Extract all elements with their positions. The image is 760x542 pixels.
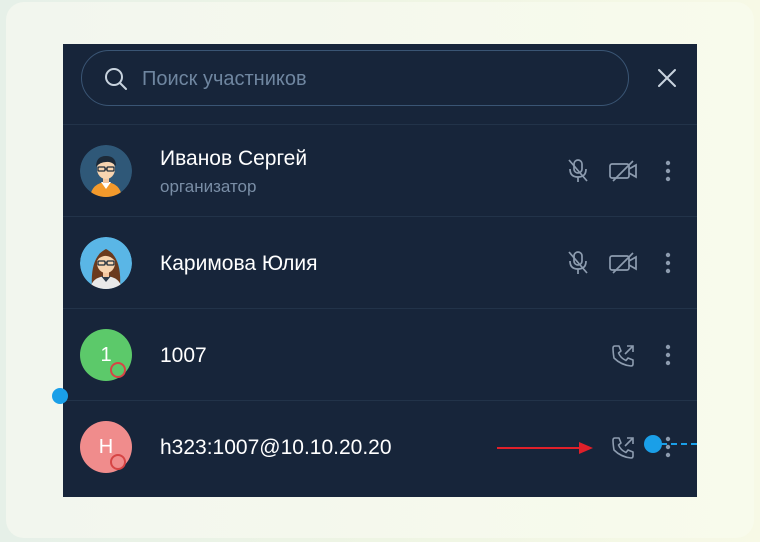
search-icon — [105, 68, 127, 90]
participant-name: h323:1007@10.10.20.20 — [160, 436, 392, 459]
more-vertical-icon[interactable] — [664, 343, 672, 367]
camera-off-icon[interactable] — [608, 159, 638, 183]
participant-role: организатор — [160, 177, 257, 196]
woman-avatar — [80, 237, 132, 289]
avatar-initial: H — [98, 435, 114, 458]
participants-panel: Иванов Сергей организатор — [63, 44, 697, 497]
participant-row[interactable]: 1 1007 — [63, 308, 697, 400]
close-icon[interactable] — [655, 66, 679, 90]
more-vertical-icon[interactable] — [664, 159, 672, 183]
search-input[interactable] — [140, 61, 614, 97]
status-indicator — [110, 362, 126, 378]
camera-off-icon[interactable] — [608, 251, 638, 275]
status-indicator — [110, 454, 126, 470]
mic-off-icon[interactable] — [566, 250, 590, 276]
annotation-marker — [644, 435, 662, 453]
participant-row[interactable]: Иванов Сергей организатор — [63, 124, 697, 216]
participant-row[interactable]: Каримова Юлия — [63, 216, 697, 308]
avatar-initial: 1 — [100, 343, 112, 366]
participant-name: 1007 — [160, 344, 207, 367]
man-avatar — [80, 145, 132, 197]
annotation-arrow — [497, 442, 593, 454]
more-vertical-icon[interactable] — [664, 251, 672, 275]
search-bar — [81, 50, 629, 106]
outgoing-call-icon[interactable] — [610, 435, 636, 461]
more-vertical-icon[interactable] — [664, 435, 672, 459]
annotation-marker-left — [52, 388, 68, 404]
annotation-dashed-line — [661, 443, 697, 445]
outgoing-call-icon[interactable] — [610, 343, 636, 369]
participant-name: Иванов Сергей — [160, 147, 308, 170]
mic-off-icon[interactable] — [566, 158, 590, 184]
participant-row[interactable]: H h323:1007@10.10.20.20 — [63, 400, 697, 492]
participant-name: Каримова Юлия — [160, 252, 318, 275]
